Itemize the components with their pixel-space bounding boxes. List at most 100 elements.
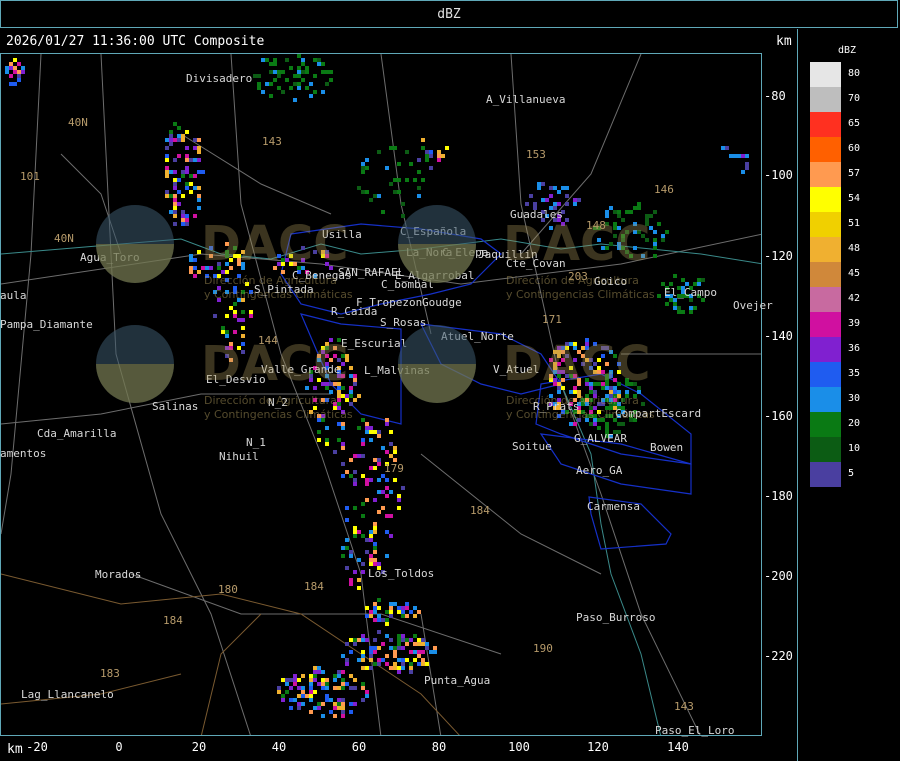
radar-echo-cell <box>369 198 373 202</box>
radar-echo-cell <box>413 634 417 638</box>
place-label: Los_Toldos <box>368 567 435 580</box>
radar-echo-cell <box>385 618 389 622</box>
place-label: Punta_Agua <box>424 674 491 687</box>
radar-echo-cell <box>637 206 641 210</box>
radar-echo-cell <box>185 170 189 174</box>
radar-echo-cell <box>605 210 609 214</box>
radar-echo-cell <box>385 662 389 666</box>
radar-echo-cell <box>313 90 317 94</box>
radar-echo-cell <box>361 534 365 538</box>
radar-echo-cell <box>353 506 357 510</box>
radar-echo-cell <box>325 678 329 682</box>
radar-echo-cell <box>273 62 277 66</box>
radar-echo-cell <box>385 166 389 170</box>
radar-echo-cell <box>377 662 381 666</box>
route-number-label: 179 <box>384 462 404 475</box>
radar-echo-cell <box>417 662 421 666</box>
radar-echo-cell <box>301 694 305 698</box>
radar-echo-cell <box>393 602 397 606</box>
radar-echo-cell <box>305 694 309 698</box>
place-label: Paso_El_Loro <box>655 724 735 737</box>
radar-echo-cell <box>369 554 373 558</box>
radar-echo-cell <box>393 450 397 454</box>
y-tick-label: -200 <box>764 569 793 583</box>
radar-echo-cell <box>297 74 301 78</box>
legend-swatch <box>810 212 841 237</box>
radar-echo-cell <box>377 630 381 634</box>
radar-echo-cell <box>233 314 237 318</box>
radar-echo-cell <box>281 678 285 682</box>
legend-label: 42 <box>848 293 861 304</box>
dacc-watermark-text: DACC <box>503 336 651 392</box>
radar-echo-cell <box>565 186 569 190</box>
radar-echo-cell <box>361 638 365 642</box>
radar-echo-cell <box>365 550 369 554</box>
x-tick-label: 80 <box>431 740 447 754</box>
radar-echo-cell <box>185 222 189 226</box>
radar-echo-cell <box>397 606 401 610</box>
radar-echo-cell <box>321 686 325 690</box>
radar-echo-cell <box>165 138 169 142</box>
radar-echo-cell <box>353 374 357 378</box>
radar-echo-cell <box>21 66 25 70</box>
radar-echo-cell <box>297 70 301 74</box>
radar-echo-cell <box>389 514 393 518</box>
radar-echo-cell <box>321 682 325 686</box>
radar-echo-cell <box>393 666 397 670</box>
radar-echo-cell <box>181 170 185 174</box>
route-number-label: 40N <box>54 232 74 245</box>
radar-echo-cell <box>349 582 353 586</box>
radar-echo-cell <box>197 150 201 154</box>
radar-echo-cell <box>525 202 529 206</box>
radar-echo-cell <box>357 586 361 590</box>
route-number-label: 143 <box>674 700 694 713</box>
radar-echo-cell <box>349 686 353 690</box>
dacc-watermark-subtitle: y Contingencias Climáticas <box>506 288 655 301</box>
radar-echo-cell <box>437 158 441 162</box>
radar-echo-cell <box>181 138 185 142</box>
radar-echo-cell <box>333 686 337 690</box>
radar-echo-cell <box>369 658 373 662</box>
radar-echo-cell <box>333 702 337 706</box>
radar-echo-cell <box>329 710 333 714</box>
radar-echo-cell <box>361 438 365 442</box>
legend-label: 51 <box>848 218 861 229</box>
radar-echo-cell <box>421 650 425 654</box>
radar-echo-cell <box>389 454 393 458</box>
radar-echo-cell <box>389 614 393 618</box>
legend-swatch <box>810 287 841 312</box>
radar-echo-cell <box>197 194 201 198</box>
radar-echo-cell <box>369 438 373 442</box>
radar-echo-cell <box>341 698 345 702</box>
radar-echo-cell <box>353 526 357 530</box>
radar-echo-cell <box>385 634 389 638</box>
radar-echo-cell <box>373 602 377 606</box>
radar-echo-cell <box>377 434 381 438</box>
radar-echo-cell <box>197 158 201 162</box>
radar-echo-cell <box>373 662 377 666</box>
radar-echo-cell <box>545 198 549 202</box>
radar-echo-cell <box>233 330 237 334</box>
radar-echo-cell <box>341 442 345 446</box>
radar-echo-cell <box>185 154 189 158</box>
place-label: Goudge <box>422 296 462 309</box>
radar-echo-cell <box>345 658 349 662</box>
radar-echo-cell <box>345 682 349 686</box>
place-label: Nihuil <box>219 450 259 463</box>
radar-echo-cell <box>409 662 413 666</box>
radar-echo-cell <box>173 210 177 214</box>
legend-entry: 20 <box>810 412 860 437</box>
radar-echo-cell <box>401 646 405 650</box>
radar-echo-cell <box>425 646 429 650</box>
radar-echo-cell <box>401 610 405 614</box>
radar-echo-cell <box>297 86 301 90</box>
dacc-watermark-subtitle: Dirección de Agricultura <box>204 394 337 407</box>
radar-echo-cell <box>417 610 421 614</box>
radar-echo-cell <box>341 446 345 450</box>
radar-echo-cell <box>309 674 313 678</box>
radar-echo-cell <box>309 94 313 98</box>
radar-echo-cell <box>193 158 197 162</box>
place-label: Salinas <box>152 400 199 413</box>
radar-echo-cell <box>341 686 345 690</box>
radar-echo-cell <box>373 618 377 622</box>
